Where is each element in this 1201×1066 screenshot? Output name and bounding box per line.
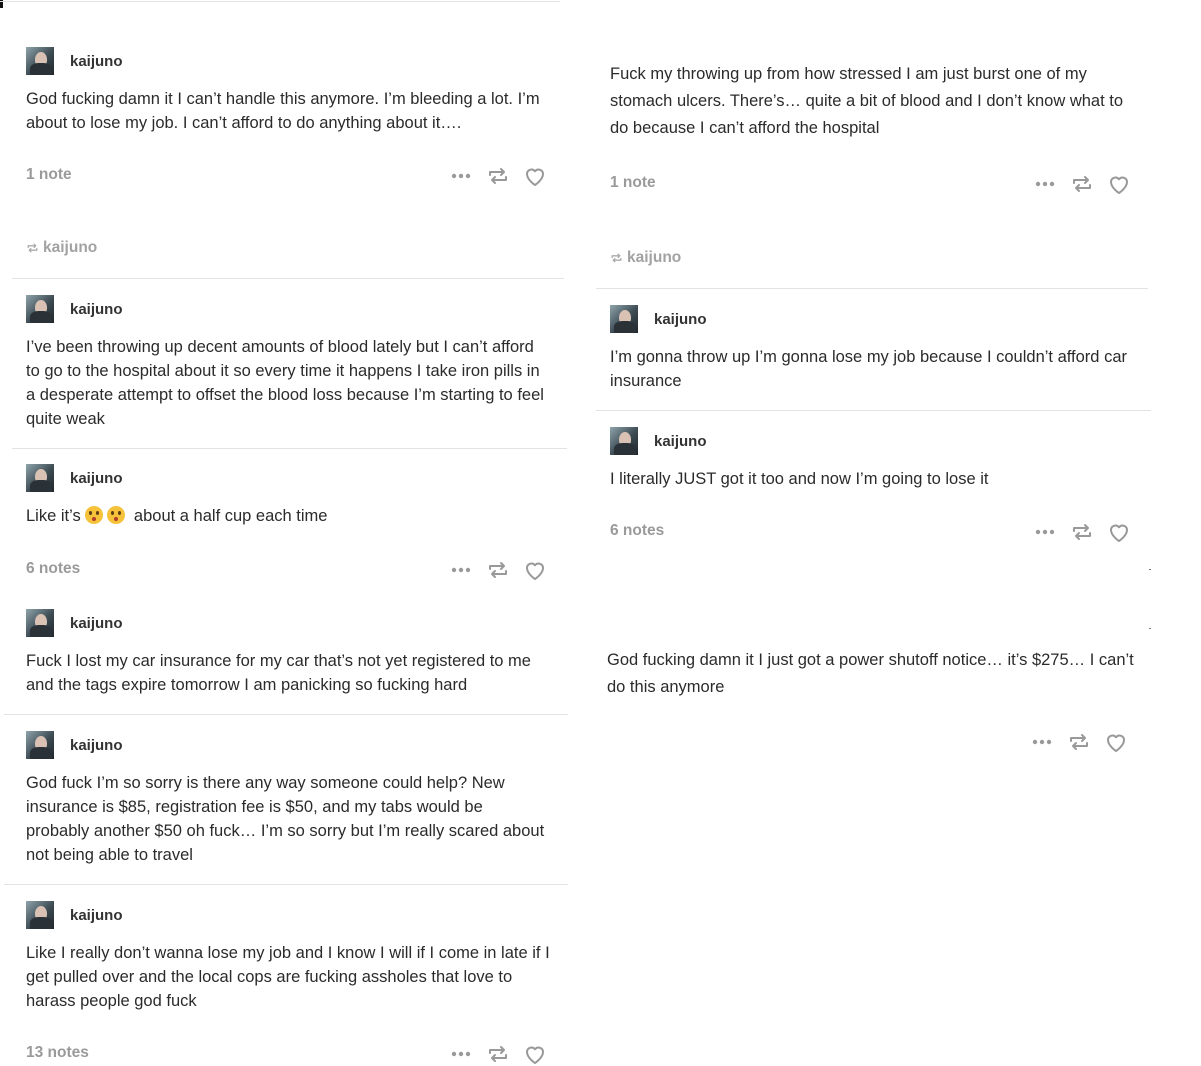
heart-icon[interactable] (523, 559, 547, 581)
username[interactable]: kaijuno (70, 615, 123, 632)
heart-icon[interactable] (1104, 731, 1128, 753)
post-actions (1031, 731, 1128, 753)
post-body: I literally JUST got it too and now I’m … (610, 470, 989, 488)
avatar[interactable] (610, 427, 638, 455)
more-dots-icon[interactable] (1034, 521, 1056, 543)
flushed-face-emoji (107, 506, 126, 524)
more-dots-icon[interactable] (1034, 173, 1056, 195)
reblog-small-icon (611, 253, 622, 263)
post-body: Like I really don’t wanna lose my job an… (26, 944, 550, 1010)
note-count[interactable]: 1 note (610, 174, 656, 192)
post-body: Fuck my throwing up from how stressed I … (610, 65, 1124, 137)
reblog-username[interactable]: kaijuno (43, 239, 97, 257)
username[interactable]: kaijuno (70, 737, 123, 754)
username[interactable]: kaijuno (70, 301, 123, 318)
post-author[interactable]: kaijuno (26, 731, 123, 759)
post-author[interactable]: kaijuno (610, 305, 707, 333)
post-body: I’ve been throwing up decent amounts of … (26, 338, 544, 428)
heart-icon[interactable] (1107, 173, 1131, 195)
post-author[interactable]: kaijuno (610, 427, 707, 455)
reblog-icon[interactable] (486, 559, 510, 581)
more-dots-icon[interactable] (1031, 731, 1053, 753)
post-body: God fucking damn it I can’t handle this … (26, 90, 540, 132)
reblog-icon[interactable] (486, 1043, 510, 1065)
more-dots-icon[interactable] (450, 1043, 472, 1065)
reblog-trail-label[interactable]: kaijuno (26, 239, 97, 257)
post-author[interactable]: kaijuno (26, 47, 123, 75)
edge-mark (1149, 628, 1151, 629)
reblog-username[interactable]: kaijuno (627, 249, 681, 267)
post-author[interactable]: kaijuno (26, 609, 123, 637)
edge-mark (1149, 569, 1151, 570)
post-author[interactable]: kaijuno (26, 295, 123, 323)
avatar[interactable] (26, 47, 54, 75)
avatar[interactable] (610, 305, 638, 333)
username[interactable]: kaijuno (70, 470, 123, 487)
username[interactable]: kaijuno (70, 53, 123, 70)
reblog-icon[interactable] (1070, 173, 1094, 195)
post-body-end: about a half cup each time (133, 507, 328, 525)
divider (4, 884, 568, 885)
note-count[interactable]: 1 note (26, 166, 72, 184)
avatar[interactable] (26, 464, 54, 492)
divider (596, 288, 1148, 289)
post-body: I’m gonna throw up I’m gonna lose my job… (610, 348, 1127, 390)
username[interactable]: kaijuno (654, 433, 707, 450)
divider (12, 448, 567, 449)
avatar[interactable] (26, 295, 54, 323)
post-body-start: Like it’s (26, 507, 81, 525)
post-author[interactable]: kaijuno (26, 901, 123, 929)
post-actions (450, 559, 547, 581)
post-author[interactable]: kaijuno (26, 464, 123, 492)
reblog-small-icon (27, 243, 38, 253)
username[interactable]: kaijuno (654, 311, 707, 328)
top-divider (0, 1, 560, 2)
flushed-face-emoji (85, 506, 104, 524)
divider (4, 714, 568, 715)
post-body: Like it’s about a half cup each time (26, 504, 546, 528)
reblog-icon[interactable] (486, 165, 510, 187)
post-actions (1034, 173, 1131, 195)
username[interactable]: kaijuno (70, 907, 123, 924)
note-count[interactable]: 6 notes (610, 522, 664, 540)
reblog-icon[interactable] (1070, 521, 1094, 543)
post-actions (450, 165, 547, 187)
more-dots-icon[interactable] (450, 559, 472, 581)
heart-icon[interactable] (523, 1043, 547, 1065)
more-dots-icon[interactable] (450, 165, 472, 187)
note-count[interactable]: 13 notes (26, 1044, 89, 1062)
reblog-trail-label[interactable]: kaijuno (610, 249, 681, 267)
avatar[interactable] (26, 609, 54, 637)
post-body: God fucking damn it I just got a power s… (607, 651, 1134, 696)
post-body: Fuck I lost my car insurance for my car … (26, 652, 531, 694)
heart-icon[interactable] (523, 165, 547, 187)
post-actions (1034, 521, 1131, 543)
divider (596, 410, 1151, 411)
reblog-icon[interactable] (1067, 731, 1091, 753)
divider (12, 278, 564, 279)
heart-icon[interactable] (1107, 521, 1131, 543)
post-body: God fuck I’m so sorry is there any way s… (26, 774, 545, 864)
note-count[interactable]: 6 notes (26, 560, 80, 578)
avatar[interactable] (26, 901, 54, 929)
avatar[interactable] (26, 731, 54, 759)
post-actions (450, 1043, 547, 1065)
